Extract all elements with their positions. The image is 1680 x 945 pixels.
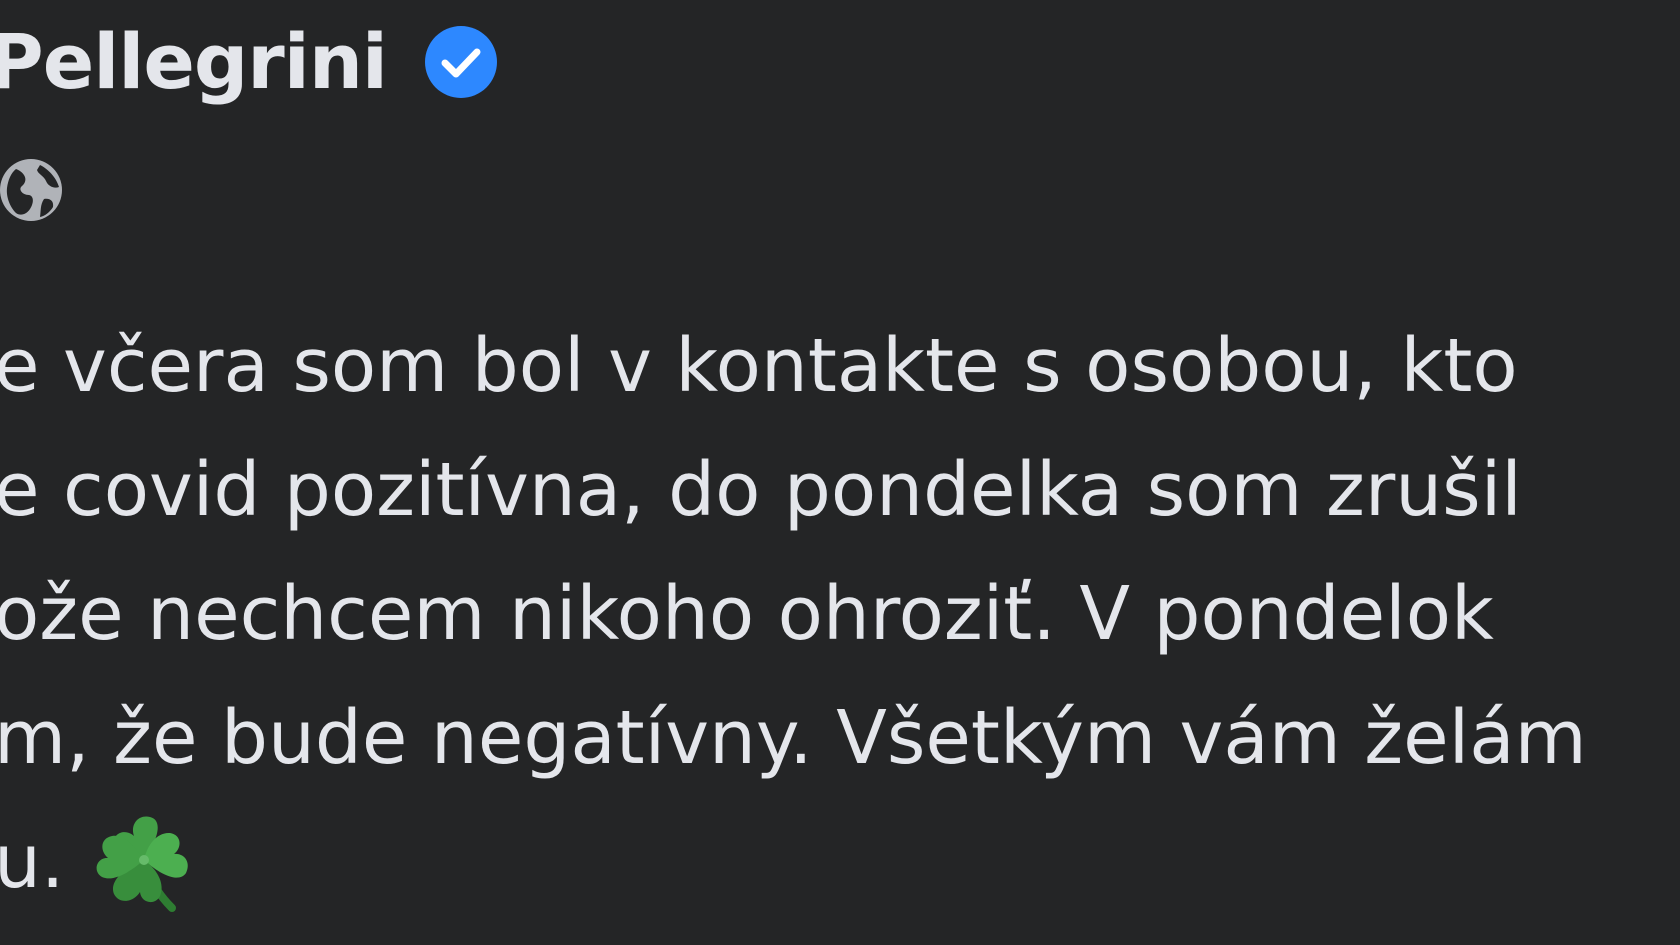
author-name[interactable]: Pellegrini: [0, 12, 388, 112]
post-header: Pellegrini: [0, 12, 499, 112]
audience-globe[interactable]: [0, 155, 66, 225]
post-body-line: m, že bude negatívny. Všetkým vám želám: [0, 695, 1587, 781]
post-body-line: u.: [0, 819, 88, 905]
verified-badge-icon[interactable]: [423, 24, 499, 100]
post-body: e včera som bol v kontakte s osobou, kto…: [0, 304, 1680, 924]
post-body-line: ože nechcem nikoho ohroziť. V pondelok: [0, 571, 1494, 657]
four-leaf-clover-icon: [90, 808, 198, 916]
post-body-line: e covid pozitívna, do pondelka som zruši…: [0, 447, 1522, 533]
post-body-line: e včera som bol v kontakte s osobou, kto: [0, 323, 1518, 409]
facebook-post: Pellegrini e včera som bol v kontakte s …: [0, 0, 1680, 945]
globe-icon: [0, 159, 62, 221]
